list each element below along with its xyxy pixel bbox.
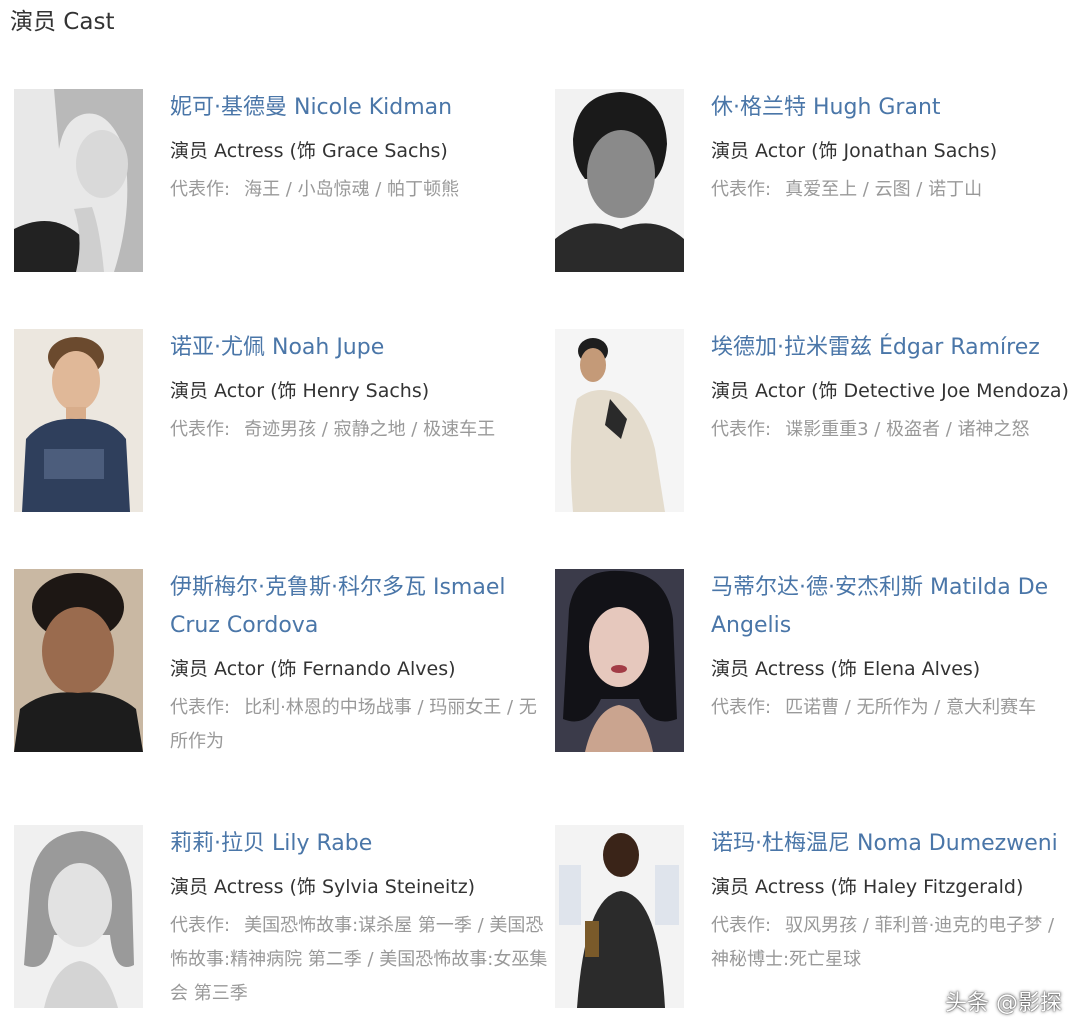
works-label: 代表作: (711, 697, 772, 718)
cast-works: 代表作: 谍影重重3 / 极盗者 / 诸神之怒 (711, 413, 1069, 447)
cast-works: 代表作: 匹诺曹 / 无所作为 / 意大利赛车 (711, 691, 1080, 725)
cast-photo[interactable] (555, 89, 684, 272)
cast-works: 代表作: 比利·林恩的中场战事 / 玛丽女王 / 无所作为 (170, 691, 542, 759)
portrait-photo-icon (14, 89, 143, 272)
cast-photo[interactable] (14, 329, 143, 512)
cast-info: 埃德加·拉米雷兹 Édgar Ramírez 演员 Actor (饰 Detec… (711, 329, 1069, 447)
cast-photo[interactable] (14, 825, 143, 1008)
cast-card: 休·格兰特 Hugh Grant 演员 Actor (饰 Jonathan Sa… (555, 89, 1080, 274)
cast-name-link[interactable]: 诺玛·杜梅温尼 Noma Dumezweni (711, 825, 1076, 863)
cast-photo[interactable] (14, 89, 143, 272)
cast-info: 妮可·基德曼 Nicole Kidman 演员 Actress (饰 Grace… (170, 89, 459, 207)
portrait-photo-icon (555, 825, 684, 1008)
cast-role: 演员 Actress (饰 Haley Fitzgerald) (711, 876, 1024, 898)
cast-role: 演员 Actor (饰 Henry Sachs) (170, 380, 430, 402)
cast-card: 诺亚·尤佩 Noah Jupe 演员 Actor (饰 Henry Sachs)… (14, 329, 544, 514)
cast-card: 埃德加·拉米雷兹 Édgar Ramírez 演员 Actor (饰 Detec… (555, 329, 1080, 514)
cast-photo[interactable] (555, 329, 684, 512)
cast-role: 演员 Actress (饰 Elena Alves) (711, 658, 981, 680)
portrait-photo-icon (555, 89, 684, 272)
works-list: 奇迹男孩 / 寂静之地 / 极速车王 (244, 419, 496, 440)
cast-works: 代表作: 真爱至上 / 云图 / 诺丁山 (711, 173, 997, 207)
works-label: 代表作: (711, 915, 772, 936)
works-list: 匹诺曹 / 无所作为 / 意大利赛车 (785, 697, 1037, 718)
cast-info: 马蒂尔达·德·安杰利斯 Matilda De Angelis 演员 Actres… (711, 569, 1080, 725)
works-list: 海王 / 小岛惊魂 / 帕丁顿熊 (244, 179, 460, 200)
works-list: 谍影重重3 / 极盗者 / 诸神之怒 (785, 419, 1030, 440)
cast-role: 演员 Actress (饰 Grace Sachs) (170, 140, 448, 162)
cast-role: 演员 Actor (饰 Detective Joe Mendoza) (711, 380, 1069, 402)
cast-name-link[interactable]: 妮可·基德曼 Nicole Kidman (170, 89, 459, 127)
cast-card: 诺玛·杜梅温尼 Noma Dumezweni 演员 Actress (饰 Hal… (555, 825, 1080, 1010)
cast-name-link[interactable]: 诺亚·尤佩 Noah Jupe (170, 329, 495, 367)
works-label: 代表作: (170, 915, 231, 936)
cast-name-link[interactable]: 马蒂尔达·德·安杰利斯 Matilda De Angelis (711, 569, 1080, 645)
cast-name-link[interactable]: 莉莉·拉贝 Lily Rabe (170, 825, 550, 863)
section-title: 演员 Cast (10, 9, 115, 35)
cast-works: 代表作: 海王 / 小岛惊魂 / 帕丁顿熊 (170, 173, 459, 207)
cast-info: 诺亚·尤佩 Noah Jupe 演员 Actor (饰 Henry Sachs)… (170, 329, 495, 447)
works-label: 代表作: (170, 179, 231, 200)
cast-card: 妮可·基德曼 Nicole Kidman 演员 Actress (饰 Grace… (14, 89, 544, 274)
cast-name-link[interactable]: 休·格兰特 Hugh Grant (711, 89, 997, 127)
works-list: 真爱至上 / 云图 / 诺丁山 (785, 179, 983, 200)
works-label: 代表作: (711, 179, 772, 200)
cast-role: 演员 Actor (饰 Fernando Alves) (170, 658, 456, 680)
portrait-photo-icon (14, 825, 143, 1008)
cast-name-link[interactable]: 埃德加·拉米雷兹 Édgar Ramírez (711, 329, 1069, 367)
cast-works: 代表作: 奇迹男孩 / 寂静之地 / 极速车王 (170, 413, 495, 447)
cast-name-link[interactable]: 伊斯梅尔·克鲁斯·科尔多瓦 Ismael Cruz Cordova (170, 569, 542, 645)
portrait-photo-icon (555, 329, 684, 512)
cast-card: 莉莉·拉贝 Lily Rabe 演员 Actress (饰 Sylvia Ste… (14, 825, 547, 1032)
cast-info: 休·格兰特 Hugh Grant 演员 Actor (饰 Jonathan Sa… (711, 89, 997, 207)
cast-info: 伊斯梅尔·克鲁斯·科尔多瓦 Ismael Cruz Cordova 演员 Act… (170, 569, 542, 759)
works-label: 代表作: (170, 419, 231, 440)
portrait-photo-icon (14, 569, 143, 752)
cast-role: 演员 Actress (饰 Sylvia Steineitz) (170, 876, 476, 898)
cast-card: 伊斯梅尔·克鲁斯·科尔多瓦 Ismael Cruz Cordova 演员 Act… (14, 569, 544, 779)
cast-info: 莉莉·拉贝 Lily Rabe 演员 Actress (饰 Sylvia Ste… (170, 825, 550, 1011)
cast-works: 代表作: 美国恐怖故事:谋杀屋 第一季 / 美国恐怖故事:精神病院 第二季 / 美… (170, 909, 550, 1011)
cast-info: 诺玛·杜梅温尼 Noma Dumezweni 演员 Actress (饰 Hal… (711, 825, 1076, 977)
cast-photo[interactable] (555, 825, 684, 1008)
works-label: 代表作: (711, 419, 772, 440)
works-label: 代表作: (170, 697, 231, 718)
cast-photo[interactable] (555, 569, 684, 752)
cast-role: 演员 Actor (饰 Jonathan Sachs) (711, 140, 998, 162)
cast-works: 代表作: 驭风男孩 / 菲利普·迪克的电子梦 / 神秘博士:死亡星球 (711, 909, 1076, 977)
portrait-photo-icon (555, 569, 684, 752)
watermark: 头条 @影探 (945, 991, 1062, 1016)
portrait-photo-icon (14, 329, 143, 512)
cast-card: 马蒂尔达·德·安杰利斯 Matilda De Angelis 演员 Actres… (555, 569, 1080, 754)
cast-photo[interactable] (14, 569, 143, 752)
